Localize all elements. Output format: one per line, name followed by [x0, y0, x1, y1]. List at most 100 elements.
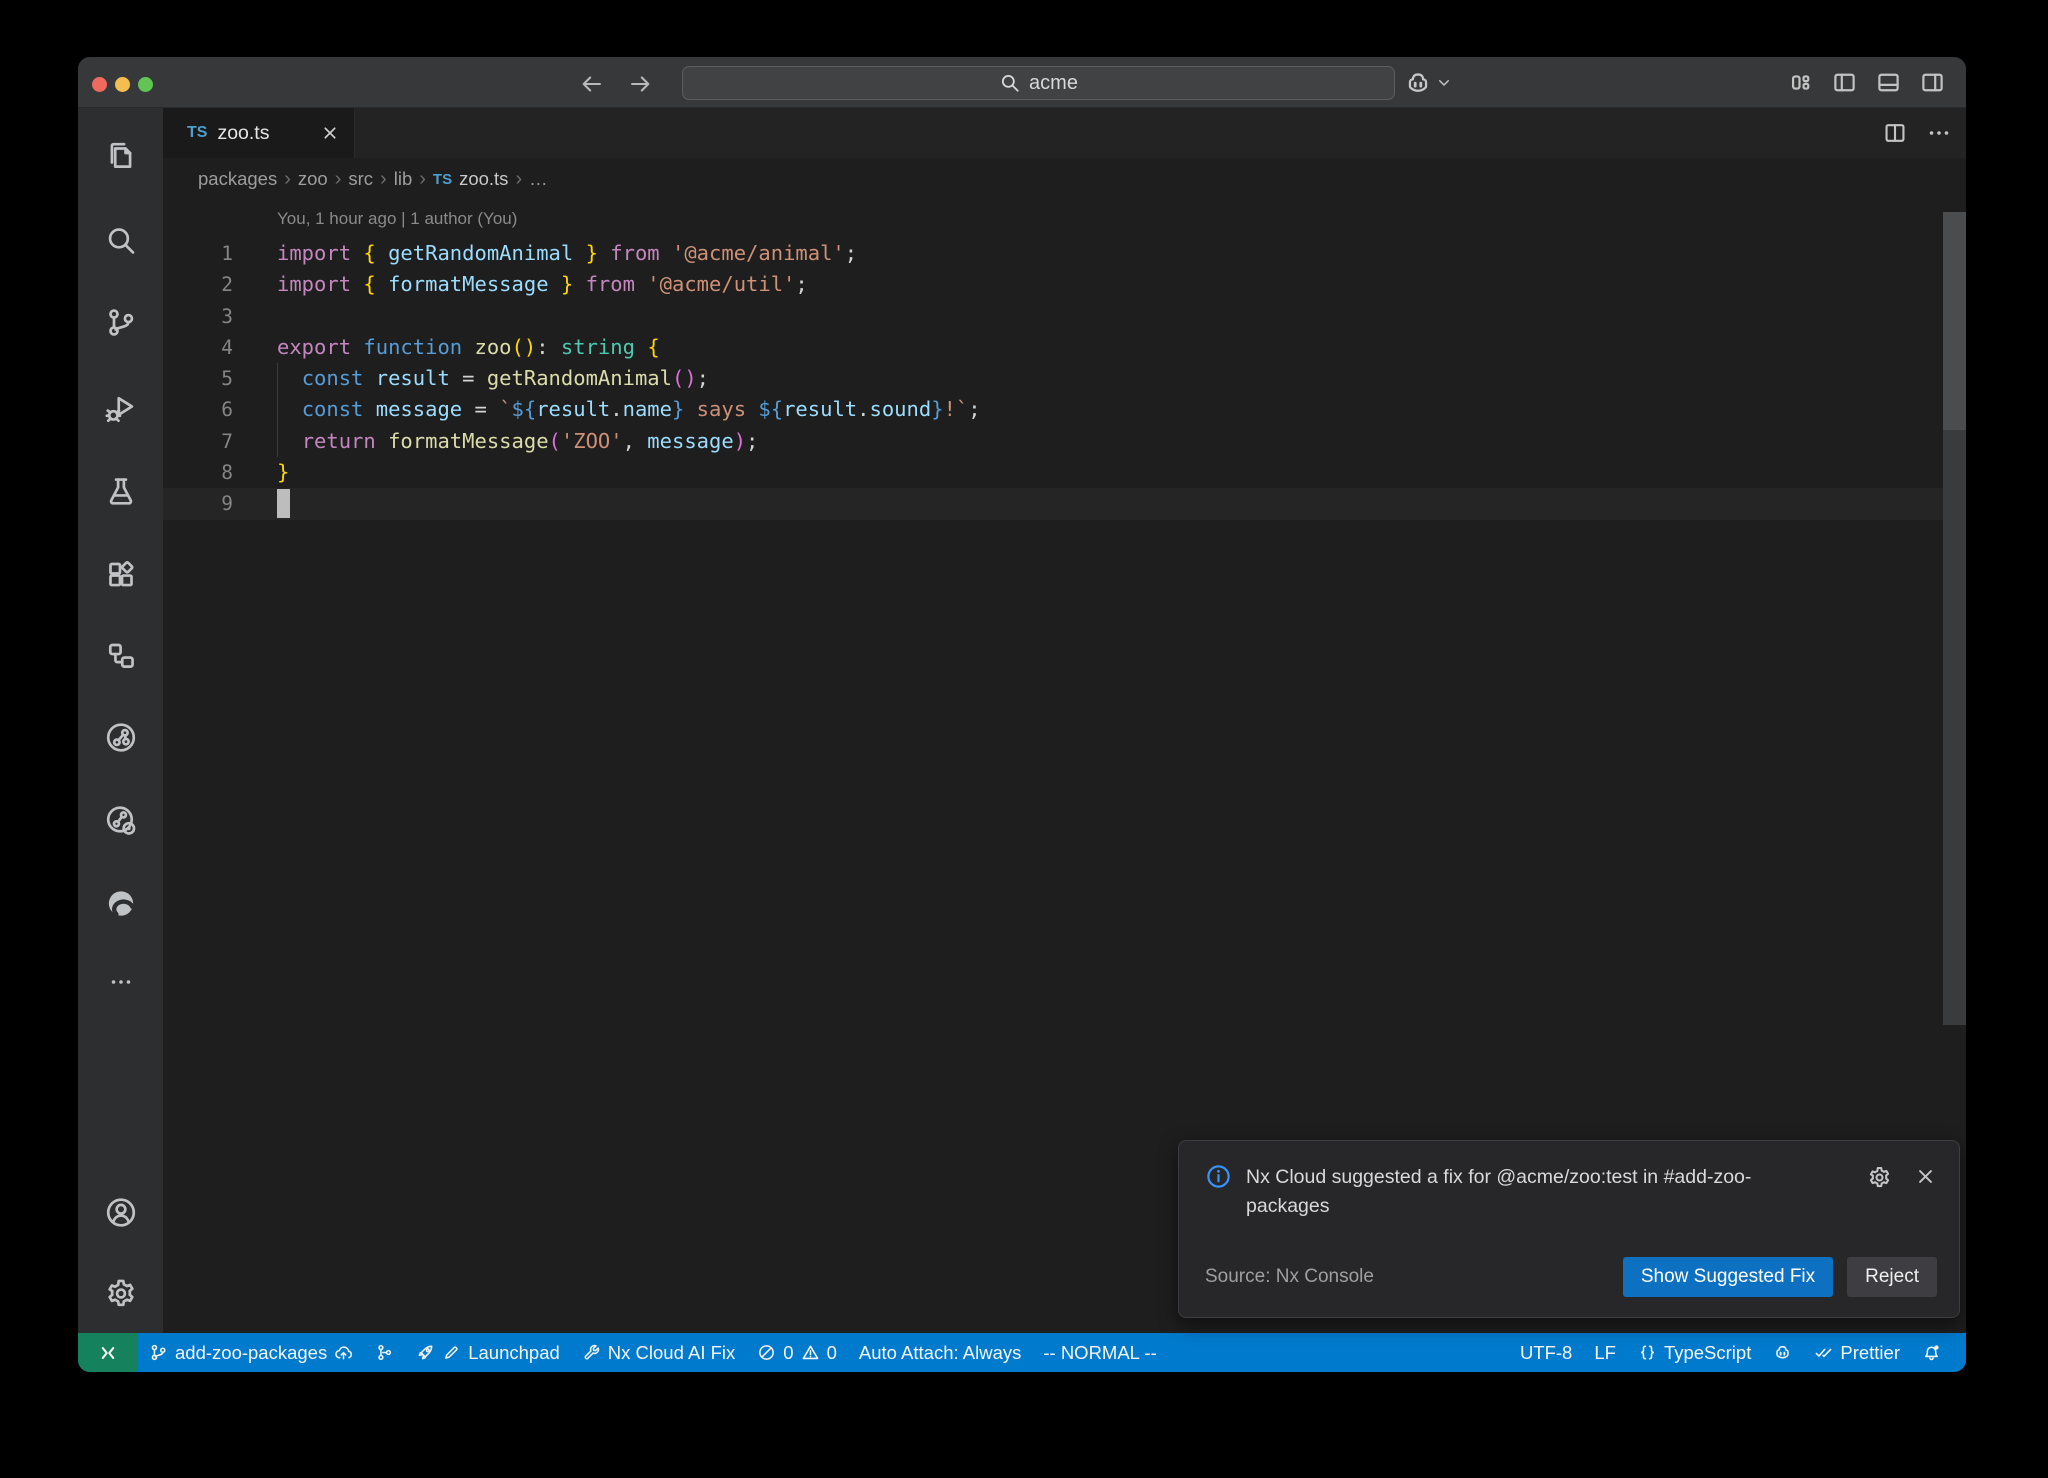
remote-indicator[interactable]	[78, 1333, 138, 1372]
breadcrumb-separator-icon: ›	[419, 168, 426, 191]
breadcrumb-item[interactable]: zoo	[298, 168, 328, 190]
status-auto-attach-item[interactable]: Auto Attach: Always	[848, 1333, 1032, 1372]
status-eol-item[interactable]: LF	[1583, 1333, 1627, 1372]
copilot-icon	[1773, 1343, 1792, 1362]
code-line-9[interactable]: 9	[163, 488, 1966, 519]
line-content: const message = `${result.name} says ${r…	[277, 394, 981, 425]
status-label: Auto Attach: Always	[859, 1342, 1021, 1364]
status-encoding-item[interactable]: UTF-8	[1509, 1333, 1583, 1372]
toggle-panel-button[interactable]	[1875, 69, 1902, 96]
scrollbar-track	[1943, 430, 1966, 1025]
text-cursor	[277, 489, 290, 518]
customize-layout-button[interactable]	[1787, 69, 1814, 96]
line-number: 1	[163, 238, 233, 269]
rocket-icon	[416, 1343, 435, 1362]
breadcrumb-overflow[interactable]: …	[529, 168, 548, 190]
minimize-window-button[interactable]	[115, 77, 130, 92]
status-branch-item[interactable]: add-zoo-packages	[138, 1333, 364, 1372]
branch-icon	[149, 1343, 168, 1362]
activity-item-settings[interactable]	[104, 1277, 137, 1310]
go-forward-button[interactable]	[628, 71, 654, 97]
breadcrumb-separator-icon: ›	[335, 168, 342, 191]
activity-item-edge-browser[interactable]	[104, 887, 137, 920]
line-number: 7	[163, 426, 233, 457]
search-icon	[999, 72, 1021, 94]
toggle-primary-sidebar-button[interactable]	[1831, 69, 1858, 96]
status-prettier-item[interactable]: Prettier	[1803, 1333, 1911, 1372]
activity-item-run-and-debug[interactable]	[104, 391, 137, 424]
activity-item-explorer[interactable]	[104, 139, 137, 172]
warning-triangle-icon	[801, 1343, 820, 1362]
code-line-6[interactable]: 6 const message = `${result.name} says $…	[163, 394, 1966, 425]
line-number: 8	[163, 457, 233, 488]
zoom-window-button[interactable]	[138, 77, 153, 92]
copilot-menu[interactable]	[1404, 69, 1453, 97]
wrench-icon	[582, 1343, 601, 1362]
status-label: Launchpad	[468, 1342, 560, 1364]
code-line-7[interactable]: 7 return formatMessage('ZOO', message);	[163, 426, 1966, 457]
activity-item-additional-views[interactable]	[108, 969, 134, 995]
code-line-5[interactable]: 5 const result = getRandomAnimal();	[163, 363, 1966, 394]
status-label: -- NORMAL --	[1043, 1342, 1156, 1364]
activity-item-extensions[interactable]	[104, 557, 137, 590]
split-editor-button[interactable]	[1882, 120, 1908, 146]
scrollbar-slider[interactable]	[1943, 212, 1966, 430]
line-number: 9	[163, 488, 233, 519]
breadcrumb-item[interactable]: packages	[198, 168, 277, 190]
status-git-graph-item[interactable]	[364, 1333, 405, 1372]
copilot-icon	[1404, 69, 1432, 97]
activity-item-accounts[interactable]	[104, 1196, 137, 1229]
tab-label: zoo.ts	[217, 122, 269, 145]
go-back-button[interactable]	[578, 71, 604, 97]
toggle-secondary-sidebar-button[interactable]	[1919, 69, 1946, 96]
tab-bar: TS zoo.ts	[163, 108, 1966, 158]
show-suggested-fix-button[interactable]: Show Suggested Fix	[1623, 1257, 1833, 1297]
line-content: import { formatMessage } from '@acme/uti…	[277, 269, 808, 300]
more-actions-button[interactable]	[1926, 120, 1952, 146]
notification-toast: Nx Cloud suggested a fix for @acme/zoo:t…	[1178, 1140, 1960, 1318]
command-center-search[interactable]: acme	[682, 66, 1395, 100]
line-number: 6	[163, 394, 233, 425]
breadcrumb-file[interactable]: zoo.ts	[459, 168, 508, 190]
traffic-lights	[92, 77, 153, 92]
status-vim-mode-item[interactable]: -- NORMAL --	[1032, 1333, 1167, 1372]
chevron-down-icon	[1435, 74, 1453, 92]
breadcrumb-item[interactable]: src	[348, 168, 373, 190]
code-line-8[interactable]: 8}	[163, 457, 1966, 488]
notification-settings-button[interactable]	[1867, 1165, 1892, 1190]
status-label: Nx Cloud AI Fix	[608, 1342, 736, 1364]
close-tab-button[interactable]	[320, 123, 340, 143]
code-line-3[interactable]: 3	[163, 301, 1966, 332]
breadcrumb-separator-icon: ›	[284, 168, 291, 191]
activity-item-search[interactable]	[104, 224, 137, 257]
status-label: add-zoo-packages	[175, 1342, 327, 1364]
code-line-4[interactable]: 4export function zoo(): string {	[163, 332, 1966, 363]
tab-zoo-ts[interactable]: TS zoo.ts	[163, 108, 355, 158]
activity-item-source-control[interactable]	[104, 306, 137, 339]
activity-item-commit-graph[interactable]	[104, 721, 137, 754]
git-graph-icon	[375, 1343, 394, 1362]
code-line-1[interactable]: 1 import { getRandomAnimal } from '@acme/…	[163, 238, 1966, 269]
status-problems-item[interactable]: 00	[746, 1333, 848, 1372]
vscode-window: acme TS zoo.ts packages › zoo › src	[78, 57, 1966, 1372]
status-copilot-item[interactable]	[1762, 1333, 1803, 1372]
close-window-button[interactable]	[92, 77, 107, 92]
status-language-item[interactable]: TypeScript	[1627, 1333, 1762, 1372]
activity-item-project-flow[interactable]	[104, 639, 137, 672]
editor-scrollbar[interactable]	[1943, 212, 1966, 1025]
breadcrumb-item[interactable]: lib	[394, 168, 413, 190]
reject-button[interactable]: Reject	[1847, 1257, 1937, 1297]
blame-annotation: You, 1 hour ago | 1 author (You)	[163, 200, 1966, 238]
status-launchpad-item[interactable]: Launchpad	[405, 1333, 571, 1372]
activity-item-gitlens[interactable]	[104, 804, 137, 837]
line-content: import { getRandomAnimal } from '@acme/a…	[277, 238, 857, 269]
activity-item-testing[interactable]	[104, 474, 137, 507]
status-notifications-bell-item[interactable]	[1911, 1333, 1952, 1372]
typescript-file-icon: TS	[187, 124, 207, 142]
code-line-2[interactable]: 2import { formatMessage } from '@acme/ut…	[163, 269, 1966, 300]
status-nx-cloud-ai-fix-item[interactable]: Nx Cloud AI Fix	[571, 1333, 747, 1372]
pencil-icon	[442, 1343, 461, 1362]
notification-close-button[interactable]	[1914, 1165, 1937, 1188]
activity-bar	[78, 108, 163, 1333]
notification-message: Nx Cloud suggested a fix for @acme/zoo:t…	[1246, 1163, 1806, 1222]
